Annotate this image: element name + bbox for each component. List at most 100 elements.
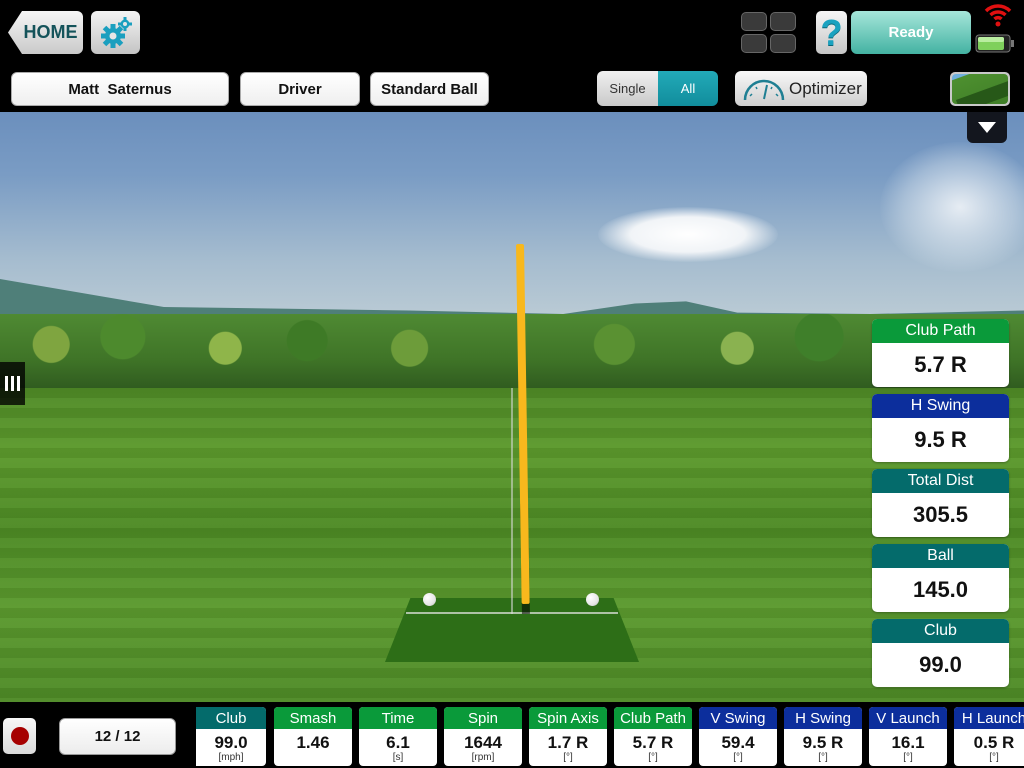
metric-v-launch[interactable]: V Launch 16.1 [°] — [869, 707, 947, 766]
range-scene — [0, 112, 1024, 702]
record-button[interactable] — [3, 718, 36, 754]
home-button-label: HOME — [23, 22, 78, 42]
metric-time[interactable]: Time 6.1 [s] — [359, 707, 437, 766]
metric-unit: [°] — [989, 752, 999, 763]
metric-label: Time — [359, 707, 437, 729]
stat-card-label: Club — [872, 619, 1009, 643]
metric-value: 1.46 — [296, 733, 330, 752]
view-mode-toggle: Single All — [597, 71, 718, 106]
cloud — [598, 207, 778, 262]
metric-unit: [rpm] — [471, 752, 495, 763]
grid-icon — [741, 12, 767, 31]
metric-label: V Swing — [699, 707, 777, 729]
metric-label: H Swing — [784, 707, 862, 729]
metric-label: V Launch — [869, 707, 947, 729]
view-mode-all[interactable]: All — [658, 71, 718, 106]
metric-unit: [s] — [392, 752, 404, 763]
ready-status-button[interactable]: Ready — [851, 11, 971, 54]
stat-card-club-path[interactable]: Club Path 5.7 R — [872, 319, 1009, 387]
side-drawer-handle[interactable] — [0, 362, 25, 405]
metric-label: Club — [196, 707, 266, 729]
stat-card-label: Ball — [872, 544, 1009, 568]
view-mode-single[interactable]: Single — [597, 71, 658, 106]
ball-selector[interactable]: Standard Ball — [370, 72, 489, 106]
triangle-down-icon — [978, 122, 996, 133]
golf-ball — [423, 593, 436, 606]
top-toolbar: HOME ? Ready Matt Saternus Driver Standa… — [0, 0, 1024, 112]
metric-spin-axis[interactable]: Spin Axis 1.7 R [°] — [529, 707, 607, 766]
battery-icon — [975, 34, 1014, 53]
gear-icon — [100, 16, 132, 48]
stat-card-total-dist[interactable]: Total Dist 305.5 — [872, 469, 1009, 537]
metric-spin[interactable]: Spin 1644 [rpm] — [444, 707, 522, 766]
stat-card-ball[interactable]: Ball 145.0 — [872, 544, 1009, 612]
metric-v-swing[interactable]: V Swing 59.4 [°] — [699, 707, 777, 766]
gauge-icon — [743, 79, 785, 100]
stat-card-value: 305.5 — [912, 502, 969, 527]
player-name: Matt Saternus — [68, 80, 172, 98]
status-label: Ready — [888, 24, 934, 41]
metric-value: 99.0 — [214, 733, 248, 752]
player-selector[interactable]: Matt Saternus — [11, 72, 229, 106]
metric-value: 0.5 R — [973, 733, 1015, 752]
range-thumbnail-icon — [952, 74, 1008, 104]
scene-menu-button[interactable] — [967, 112, 1007, 143]
tree-line — [0, 314, 1024, 390]
metric-value: 1.7 R — [547, 733, 589, 752]
stat-card-h-swing[interactable]: H Swing 9.5 R — [872, 394, 1009, 462]
metric-value: 1644 — [464, 733, 502, 752]
golf-ball — [586, 593, 599, 606]
metric-club-speed[interactable]: Club 99.0 [mph] — [196, 707, 266, 766]
club-name: Driver — [278, 80, 322, 98]
metric-label: H Launch — [954, 707, 1024, 729]
stat-card-club[interactable]: Club 99.0 — [872, 619, 1009, 687]
stat-card-label: Total Dist — [872, 469, 1009, 493]
stat-card-value: 5.7 R — [914, 352, 967, 377]
metric-smash[interactable]: Smash 1.46 — [274, 707, 352, 766]
settings-button[interactable] — [91, 11, 140, 54]
stat-card-label: H Swing — [872, 394, 1009, 418]
metric-value: 5.7 R — [632, 733, 674, 752]
metric-label: Spin Axis — [529, 707, 607, 729]
optimizer-button[interactable]: Optimizer — [735, 71, 867, 106]
grid-icon — [770, 12, 796, 31]
metric-unit: [mph] — [218, 752, 244, 763]
metric-value: 9.5 R — [802, 733, 844, 752]
aim-line — [511, 388, 513, 614]
club-selector[interactable]: Driver — [240, 72, 360, 106]
shot-counter-label: 12 / 12 — [94, 728, 141, 745]
metric-h-swing[interactable]: H Swing 9.5 R [°] — [784, 707, 862, 766]
metric-label: Spin — [444, 707, 522, 729]
bottom-metrics-bar: 12 / 12 Club 99.0 [mph] Smash 1.46 Time … — [0, 702, 1024, 768]
ball-type: Standard Ball — [381, 80, 478, 98]
help-button[interactable]: ? — [816, 11, 847, 54]
metric-h-launch[interactable]: H Launch 0.5 R [°] — [954, 707, 1024, 766]
metric-label: Club Path — [614, 707, 692, 729]
shot-counter[interactable]: 12 / 12 — [59, 718, 176, 755]
stat-card-value: 9.5 R — [914, 427, 967, 452]
grid-icon — [741, 34, 767, 53]
metric-unit: [°] — [563, 752, 573, 763]
record-icon — [10, 727, 29, 745]
metric-value: 16.1 — [891, 733, 925, 752]
drawer-handle-icon — [17, 376, 20, 391]
layout-grid-button[interactable] — [741, 12, 797, 54]
drawer-handle-icon — [5, 376, 8, 391]
stat-card-value: 145.0 — [912, 577, 969, 602]
metric-unit — [274, 753, 352, 766]
metric-club-path[interactable]: Club Path 5.7 R [°] — [614, 707, 692, 766]
drawer-handle-icon — [11, 376, 14, 391]
question-mark-icon: ? — [820, 11, 843, 53]
metric-label: Smash — [274, 707, 352, 729]
home-button[interactable]: HOME — [8, 11, 83, 54]
optimizer-label: Optimizer — [789, 78, 862, 98]
sky — [0, 112, 1024, 322]
stat-card-label: Club Path — [872, 319, 1009, 343]
range-view-button[interactable] — [950, 72, 1010, 106]
metric-unit: [°] — [733, 752, 743, 763]
wifi-icon — [984, 4, 1012, 27]
metric-unit: [°] — [648, 752, 658, 763]
metric-value: 6.1 — [386, 733, 410, 752]
stat-card-value: 99.0 — [919, 652, 962, 677]
metric-value: 59.4 — [721, 733, 755, 752]
